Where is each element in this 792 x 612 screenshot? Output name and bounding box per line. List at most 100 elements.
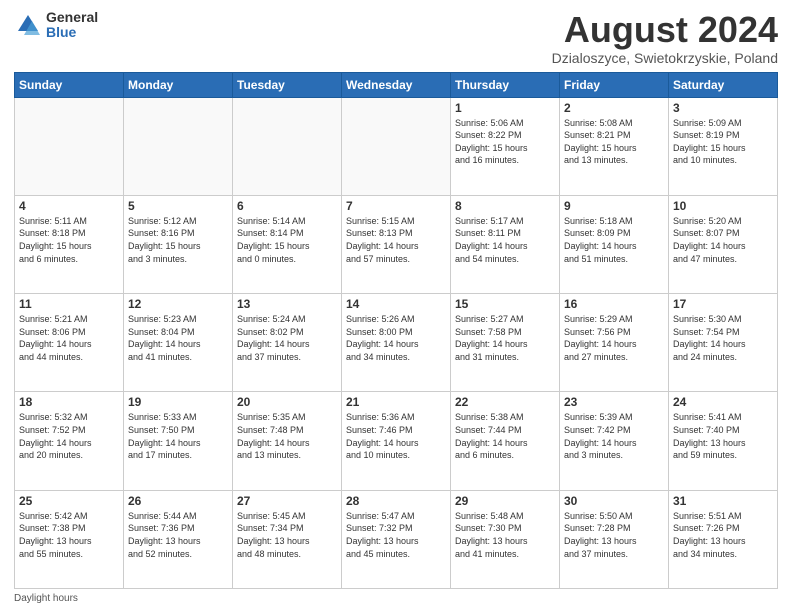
- calendar-cell-w4-d6: 23Sunrise: 5:39 AM Sunset: 7:42 PM Dayli…: [560, 392, 669, 490]
- calendar-cell-w5-d7: 31Sunrise: 5:51 AM Sunset: 7:26 PM Dayli…: [669, 490, 778, 588]
- day-info-10: Sunrise: 5:20 AM Sunset: 8:07 PM Dayligh…: [673, 215, 773, 265]
- day-number-14: 14: [346, 297, 446, 311]
- calendar-header-row: Sunday Monday Tuesday Wednesday Thursday…: [15, 72, 778, 97]
- day-info-21: Sunrise: 5:36 AM Sunset: 7:46 PM Dayligh…: [346, 411, 446, 461]
- calendar-cell-w1-d1: [15, 97, 124, 195]
- calendar-cell-w4-d2: 19Sunrise: 5:33 AM Sunset: 7:50 PM Dayli…: [124, 392, 233, 490]
- day-number-30: 30: [564, 494, 664, 508]
- calendar-cell-w1-d6: 2Sunrise: 5:08 AM Sunset: 8:21 PM Daylig…: [560, 97, 669, 195]
- day-info-14: Sunrise: 5:26 AM Sunset: 8:00 PM Dayligh…: [346, 313, 446, 363]
- calendar-cell-w3-d4: 14 Sunrise: 5:26 AM Sunset: 8:00 PM Dayli…: [342, 294, 451, 392]
- calendar-cell-w1-d5: 1 Sunrise: 5:06 AM Sunset: 8:22 PM Daylig…: [451, 97, 560, 195]
- day-number-16: 16: [564, 297, 664, 311]
- calendar-cell-w2-d5: 8Sunrise: 5:17 AM Sunset: 8:11 PM Daylig…: [451, 195, 560, 293]
- day-info-3: Sunrise: 5:09 AM Sunset: 8:19 PM Dayligh…: [673, 117, 773, 167]
- day-number-11: 11: [19, 297, 119, 311]
- calendar-cell-w5-d2: 26Sunrise: 5:44 AM Sunset: 7:36 PM Dayli…: [124, 490, 233, 588]
- day-number-24: 24: [673, 395, 773, 409]
- day-number-8: 8: [455, 199, 555, 213]
- calendar-cell-w3-d1: 11 Sunrise: 5:21 AM Sunset: 8:06 PM Dayli…: [15, 294, 124, 392]
- calendar-cell-w1-d4: [342, 97, 451, 195]
- day-info-2: Sunrise: 5:08 AM Sunset: 8:21 PM Dayligh…: [564, 117, 664, 167]
- day-info-24: Sunrise: 5:41 AM Sunset: 7:40 PM Dayligh…: [673, 411, 773, 461]
- day-number-21: 21: [346, 395, 446, 409]
- day-number-19: 19: [128, 395, 228, 409]
- day-info-1: Sunrise: 5:06 AM Sunset: 8:22 PM Dayligh…: [455, 117, 555, 167]
- day-info-13: Sunrise: 5:24 AM Sunset: 8:02 PM Dayligh…: [237, 313, 337, 363]
- calendar-week-2: 4Sunrise: 5:11 AM Sunset: 8:18 PM Daylig…: [15, 195, 778, 293]
- calendar-cell-w1-d3: [233, 97, 342, 195]
- logo-general-text: General: [46, 10, 98, 25]
- location-title: Dzialoszyce, Swietokrzyskie, Poland: [552, 50, 778, 66]
- day-number-10: 10: [673, 199, 773, 213]
- col-saturday: Saturday: [669, 72, 778, 97]
- calendar-week-3: 11 Sunrise: 5:21 AM Sunset: 8:06 PM Dayli…: [15, 294, 778, 392]
- day-number-25: 25: [19, 494, 119, 508]
- day-number-17: 17: [673, 297, 773, 311]
- day-number-9: 9: [564, 199, 664, 213]
- day-info-22: Sunrise: 5:38 AM Sunset: 7:44 PM Dayligh…: [455, 411, 555, 461]
- day-info-15: Sunrise: 5:27 AM Sunset: 7:58 PM Dayligh…: [455, 313, 555, 363]
- day-info-17: Sunrise: 5:30 AM Sunset: 7:54 PM Dayligh…: [673, 313, 773, 363]
- calendar-cell-w3-d6: 16 Sunrise: 5:29 AM Sunset: 7:56 PM Dayli…: [560, 294, 669, 392]
- logo-text: General Blue: [46, 10, 98, 41]
- day-info-6: Sunrise: 5:14 AM Sunset: 8:14 PM Dayligh…: [237, 215, 337, 265]
- day-number-13: 13: [237, 297, 337, 311]
- calendar-cell-w5-d1: 25 Sunrise: 5:42 AM Sunset: 7:38 PM Dayli…: [15, 490, 124, 588]
- col-wednesday: Wednesday: [342, 72, 451, 97]
- day-info-18: Sunrise: 5:32 AM Sunset: 7:52 PM Dayligh…: [19, 411, 119, 461]
- calendar-cell-w3-d3: 13 Sunrise: 5:24 AM Sunset: 8:02 PM Dayli…: [233, 294, 342, 392]
- day-info-12: Sunrise: 5:23 AM Sunset: 8:04 PM Dayligh…: [128, 313, 228, 363]
- day-info-16: Sunrise: 5:29 AM Sunset: 7:56 PM Dayligh…: [564, 313, 664, 363]
- day-number-15: 15: [455, 297, 555, 311]
- day-info-7: Sunrise: 5:15 AM Sunset: 8:13 PM Dayligh…: [346, 215, 446, 265]
- calendar-cell-w4-d7: 24 Sunrise: 5:41 AM Sunset: 7:40 PM Dayli…: [669, 392, 778, 490]
- day-number-12: 12: [128, 297, 228, 311]
- calendar-week-5: 25 Sunrise: 5:42 AM Sunset: 7:38 PM Dayli…: [15, 490, 778, 588]
- day-info-27: Sunrise: 5:45 AM Sunset: 7:34 PM Dayligh…: [237, 510, 337, 560]
- day-number-4: 4: [19, 199, 119, 213]
- logo-icon: [14, 11, 42, 39]
- col-sunday: Sunday: [15, 72, 124, 97]
- calendar-cell-w3-d2: 12 Sunrise: 5:23 AM Sunset: 8:04 PM Dayli…: [124, 294, 233, 392]
- day-info-20: Sunrise: 5:35 AM Sunset: 7:48 PM Dayligh…: [237, 411, 337, 461]
- calendar-week-1: 1 Sunrise: 5:06 AM Sunset: 8:22 PM Daylig…: [15, 97, 778, 195]
- title-section: August 2024 Dzialoszyce, Swietokrzyskie,…: [552, 10, 778, 66]
- day-info-31: Sunrise: 5:51 AM Sunset: 7:26 PM Dayligh…: [673, 510, 773, 560]
- logo: General Blue: [14, 10, 98, 41]
- calendar-cell-w2-d7: 10 Sunrise: 5:20 AM Sunset: 8:07 PM Dayli…: [669, 195, 778, 293]
- calendar-cell-w2-d3: 6Sunrise: 5:14 AM Sunset: 8:14 PM Daylig…: [233, 195, 342, 293]
- calendar-cell-w2-d1: 4Sunrise: 5:11 AM Sunset: 8:18 PM Daylig…: [15, 195, 124, 293]
- footer-note: Daylight hours: [14, 593, 778, 604]
- calendar-cell-w4-d5: 22Sunrise: 5:38 AM Sunset: 7:44 PM Dayli…: [451, 392, 560, 490]
- day-number-26: 26: [128, 494, 228, 508]
- month-title: August 2024: [552, 10, 778, 50]
- calendar-cell-w5-d4: 28 Sunrise: 5:47 AM Sunset: 7:32 PM Dayli…: [342, 490, 451, 588]
- day-info-11: Sunrise: 5:21 AM Sunset: 8:06 PM Dayligh…: [19, 313, 119, 363]
- day-number-18: 18: [19, 395, 119, 409]
- day-info-28: Sunrise: 5:47 AM Sunset: 7:32 PM Dayligh…: [346, 510, 446, 560]
- calendar-cell-w4-d4: 21 Sunrise: 5:36 AM Sunset: 7:46 PM Dayli…: [342, 392, 451, 490]
- day-number-28: 28: [346, 494, 446, 508]
- calendar-cell-w3-d5: 15 Sunrise: 5:27 AM Sunset: 7:58 PM Dayli…: [451, 294, 560, 392]
- col-friday: Friday: [560, 72, 669, 97]
- day-number-3: 3: [673, 101, 773, 115]
- day-number-29: 29: [455, 494, 555, 508]
- day-info-9: Sunrise: 5:18 AM Sunset: 8:09 PM Dayligh…: [564, 215, 664, 265]
- calendar-cell-w5-d5: 29 Sunrise: 5:48 AM Sunset: 7:30 PM Dayli…: [451, 490, 560, 588]
- calendar-cell-w5-d3: 27Sunrise: 5:45 AM Sunset: 7:34 PM Dayli…: [233, 490, 342, 588]
- calendar-cell-w4-d1: 18 Sunrise: 5:32 AM Sunset: 7:52 PM Dayli…: [15, 392, 124, 490]
- top-section: General Blue August 2024 Dzialoszyce, Sw…: [14, 10, 778, 66]
- day-info-23: Sunrise: 5:39 AM Sunset: 7:42 PM Dayligh…: [564, 411, 664, 461]
- col-monday: Monday: [124, 72, 233, 97]
- day-info-5: Sunrise: 5:12 AM Sunset: 8:16 PM Dayligh…: [128, 215, 228, 265]
- day-number-5: 5: [128, 199, 228, 213]
- day-number-1: 1: [455, 101, 555, 115]
- calendar-cell-w2-d2: 5 Sunrise: 5:12 AM Sunset: 8:16 PM Daylig…: [124, 195, 233, 293]
- calendar-cell-w5-d6: 30Sunrise: 5:50 AM Sunset: 7:28 PM Dayli…: [560, 490, 669, 588]
- calendar-cell-w1-d2: [124, 97, 233, 195]
- day-info-25: Sunrise: 5:42 AM Sunset: 7:38 PM Dayligh…: [19, 510, 119, 560]
- day-info-29: Sunrise: 5:48 AM Sunset: 7:30 PM Dayligh…: [455, 510, 555, 560]
- calendar-cell-w4-d3: 20 Sunrise: 5:35 AM Sunset: 7:48 PM Dayli…: [233, 392, 342, 490]
- day-number-20: 20: [237, 395, 337, 409]
